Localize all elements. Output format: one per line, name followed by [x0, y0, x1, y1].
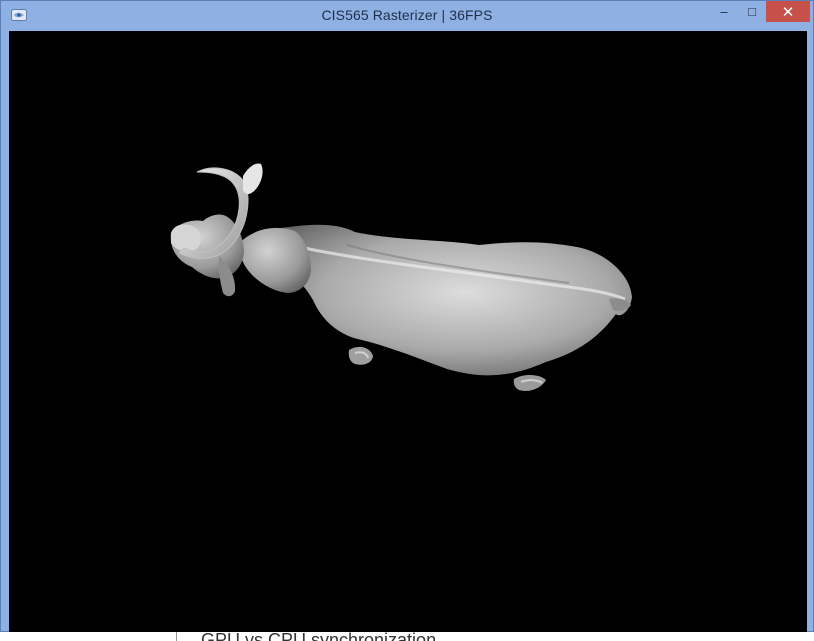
- minimize-button[interactable]: ‒: [713, 1, 735, 22]
- cow-leg-right: [513, 374, 546, 391]
- cow-body: [261, 224, 632, 376]
- cow-horn-tip: [243, 163, 263, 194]
- window-titlebar[interactable]: CIS565 Rasterizer | 36FPS ‒ □ ✕: [1, 1, 813, 31]
- cow-neck: [238, 227, 311, 293]
- render-viewport[interactable]: [9, 31, 807, 632]
- cow-leg-left: [348, 346, 373, 365]
- maximize-icon: □: [748, 4, 756, 19]
- minimize-icon: ‒: [720, 4, 728, 19]
- cow-model: [170, 163, 632, 391]
- close-icon: ✕: [781, 3, 795, 21]
- background-document-line: GPU vs CPU synchronization: [201, 632, 436, 641]
- maximize-button[interactable]: □: [740, 1, 764, 22]
- background-document-text: GPU vs CPU synchronization: [176, 632, 536, 641]
- close-button[interactable]: ✕: [766, 1, 810, 22]
- rasterizer-window: CIS565 Rasterizer | 36FPS ‒ □ ✕: [0, 0, 814, 632]
- render-canvas[interactable]: [9, 31, 807, 632]
- window-title: CIS565 Rasterizer | 36FPS: [321, 7, 493, 23]
